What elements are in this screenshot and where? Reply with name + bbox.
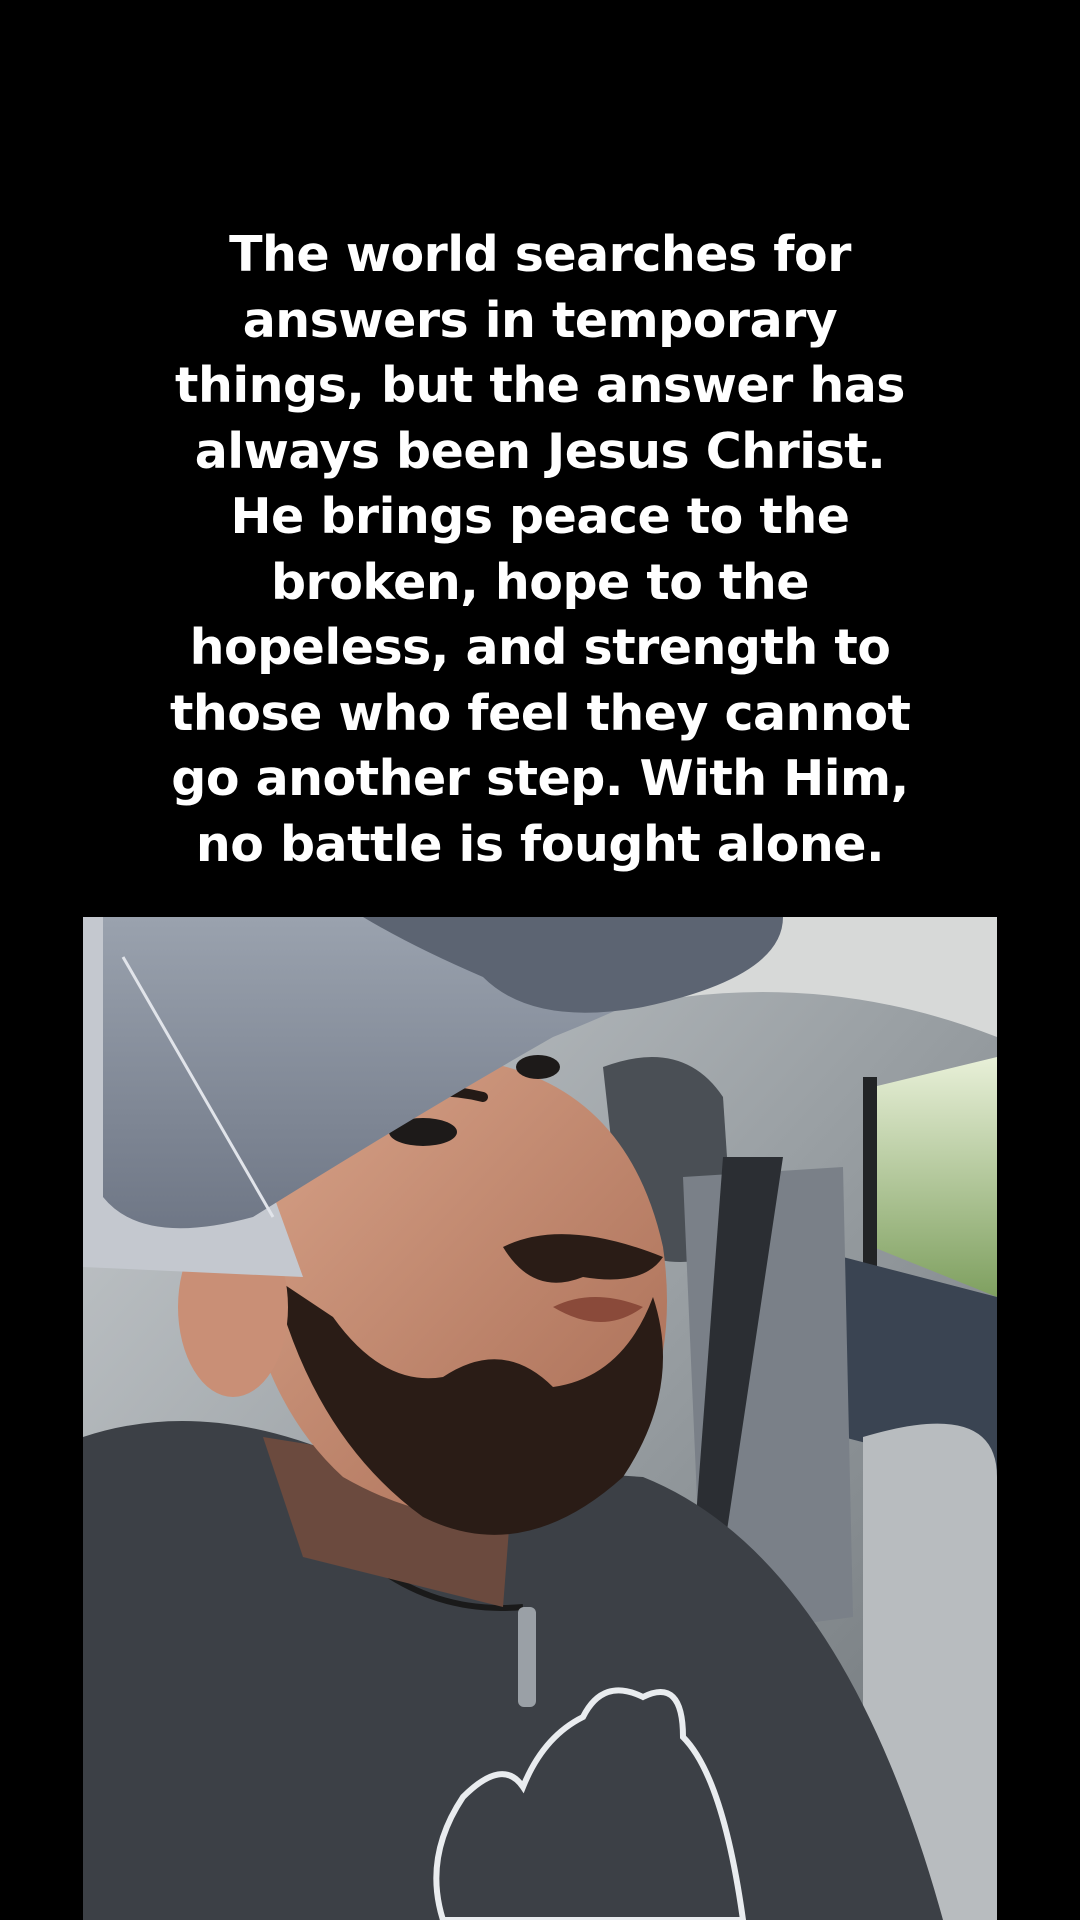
caption-line: no battle is fought alone.: [195, 815, 885, 873]
video-frame[interactable]: [83, 917, 997, 1920]
necklace-pendant: [518, 1607, 536, 1707]
caption-line: go another step. With Him,: [171, 750, 909, 807]
caption-line: always been Jesus Christ.: [194, 422, 886, 480]
right-eye: [516, 1055, 560, 1079]
caption-line: answers in temporary: [242, 291, 838, 349]
caption-line: those who feel they cannot: [170, 684, 911, 742]
caption-line: things, but the answer has: [175, 357, 905, 414]
caption-line: hopeless, and strength to: [189, 619, 891, 676]
caption-line: He brings peace to the: [230, 488, 850, 545]
caption-line: broken, hope to the: [270, 553, 810, 611]
video-still-image: [83, 917, 997, 1920]
caption-text: The world searches for answers in tempor…: [170, 222, 911, 877]
caption-line: The world searches for: [229, 226, 851, 283]
